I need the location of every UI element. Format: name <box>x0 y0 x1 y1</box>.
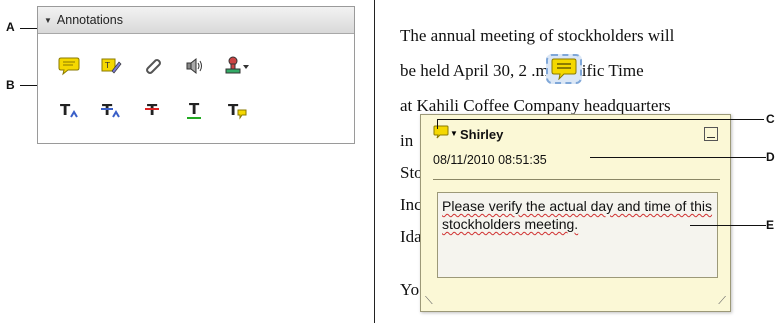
document-line: be held April 30, 2 .m. Pacific Time <box>400 61 644 80</box>
callout-e-line <box>690 225 766 226</box>
callout-a: A <box>6 20 15 34</box>
underline-icon: T <box>187 100 201 119</box>
add-note-to-text-icon: T <box>228 101 247 120</box>
inline-note-marker[interactable] <box>546 54 582 84</box>
add-stamp-tool[interactable] <box>216 53 258 79</box>
author-options-icon[interactable]: ▼ <box>450 129 458 138</box>
note-icon <box>433 125 449 145</box>
text-edit-icon: T <box>101 58 122 74</box>
minimize-button[interactable] <box>704 127 718 141</box>
attach-file-tool[interactable] <box>132 53 174 79</box>
sticky-note-icon <box>58 57 80 76</box>
resize-grip-right-icon[interactable]: ⟋ <box>718 295 726 308</box>
replace-text-icon: T <box>101 101 120 119</box>
note-popup[interactable]: ▼ Shirley 08/11/2010 08:51:35 Please ver… <box>420 114 731 312</box>
record-audio-tool[interactable] <box>174 53 216 79</box>
insert-text-tool[interactable]: T <box>48 97 90 123</box>
note-author: Shirley <box>460 127 504 142</box>
underline-tool[interactable]: T <box>174 97 216 123</box>
svg-text:T: T <box>228 101 239 119</box>
strikethrough-icon: T <box>145 101 159 119</box>
svg-text:T: T <box>60 101 71 119</box>
annotations-panel-header[interactable]: ▼ Annotations <box>38 7 354 34</box>
callout-b: B <box>6 78 15 92</box>
callout-c: C <box>766 112 775 126</box>
note-text-field[interactable]: Please verify the actual day and time of… <box>437 192 718 278</box>
annotation-tools-row-1: T <box>48 53 258 79</box>
svg-text:T: T <box>104 61 110 70</box>
insert-text-icon: T <box>60 101 78 119</box>
annotations-panel: ▼ Annotations T T T T <box>37 6 355 144</box>
attach-file-icon <box>146 59 161 74</box>
record-audio-icon <box>186 57 202 75</box>
callout-e: E <box>766 218 775 232</box>
annotation-tools-row-2: T T T T T <box>48 97 258 123</box>
collapse-triangle-icon[interactable]: ▼ <box>44 16 52 25</box>
sticky-note-tool[interactable] <box>48 53 90 79</box>
note-divider <box>433 179 720 180</box>
text-edit-tool[interactable]: T <box>90 53 132 79</box>
replace-text-tool[interactable]: T <box>90 97 132 123</box>
strikethrough-tool[interactable]: T <box>132 97 174 123</box>
note-timestamp: 08/11/2010 08:51:35 <box>433 153 547 167</box>
annotations-title: Annotations <box>56 13 123 27</box>
add-note-to-text-tool[interactable]: T <box>216 97 258 123</box>
resize-grip-left-icon[interactable]: ⟍ <box>425 295 433 308</box>
svg-text:T: T <box>189 100 200 118</box>
callout-d: D <box>766 150 775 164</box>
sticky-note-icon <box>551 58 577 80</box>
callout-c-drop <box>437 119 438 129</box>
document-line: The annual meeting of stockholders will <box>400 26 675 45</box>
add-stamp-icon <box>225 56 249 74</box>
callout-c-line <box>437 119 764 120</box>
callout-d-line <box>590 157 766 158</box>
